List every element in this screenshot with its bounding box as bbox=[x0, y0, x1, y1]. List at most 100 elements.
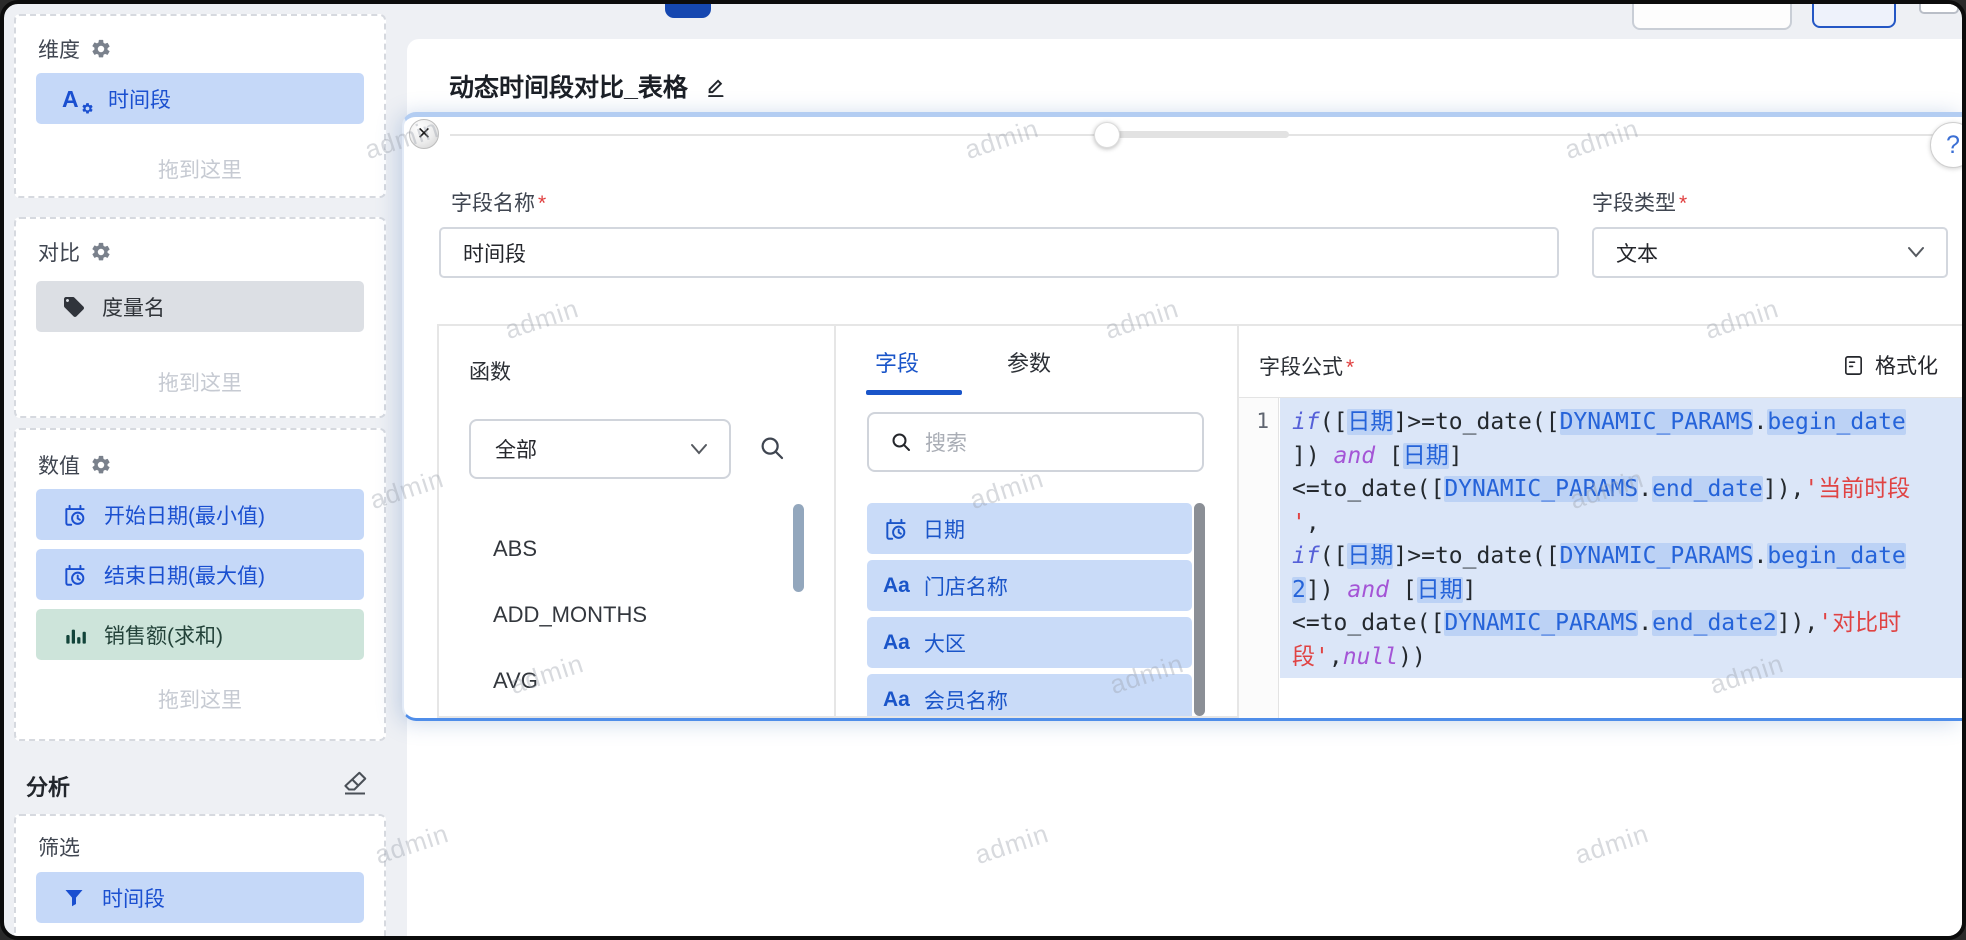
values-pill-label: 销售额(求和) bbox=[104, 620, 223, 650]
code-line: if([日期]>=to_date([DYNAMIC_PARAMS.begin_d… bbox=[1292, 540, 1962, 574]
field-type-label: 字段类型 bbox=[1592, 192, 1676, 215]
dimension-drop-placeholder: 拖到这里 bbox=[16, 154, 384, 184]
dialog-slider-track[interactable] bbox=[1107, 131, 1289, 138]
tag-icon bbox=[62, 295, 86, 319]
topbar-button-secondary[interactable] bbox=[1632, 0, 1792, 30]
dimension-pill-time-range[interactable]: A 时间段 bbox=[36, 73, 364, 124]
chevron-down-icon bbox=[1906, 245, 1926, 259]
field-search-placeholder: 搜索 bbox=[925, 427, 967, 457]
tab-字段[interactable]: 字段 bbox=[867, 346, 927, 392]
topbar-mini-button[interactable] bbox=[1919, 0, 1959, 14]
code-line: <=to_date([DYNAMIC_PARAMS.end_date2]),'对… bbox=[1292, 607, 1962, 641]
field-list-item[interactable]: 日期 bbox=[867, 503, 1192, 554]
values-pill[interactable]: 结束日期(最大值) bbox=[36, 549, 364, 600]
functions-scrollbar[interactable] bbox=[793, 504, 804, 592]
calendar-clock-icon bbox=[883, 516, 909, 542]
close-icon[interactable]: ✕ bbox=[409, 119, 439, 149]
compare-section-title: 对比 bbox=[38, 237, 80, 267]
text-field-icon: Aa bbox=[883, 574, 910, 598]
calculated-field-icon: A bbox=[62, 85, 92, 113]
code-line: 2]) and [日期] bbox=[1292, 574, 1962, 608]
required-asterisk: * bbox=[1679, 192, 1687, 215]
values-drop-placeholder: 拖到这里 bbox=[16, 684, 384, 714]
topbar-button-text-clipped bbox=[1832, 0, 1876, 3]
dialog-slider-thumb[interactable] bbox=[1094, 122, 1120, 148]
function-list-item[interactable]: ADD_MONTHS bbox=[493, 582, 784, 648]
tab-参数[interactable]: 参数 bbox=[999, 346, 1059, 392]
function-list-item[interactable]: AVG bbox=[493, 648, 784, 714]
topbar-primary-button[interactable] bbox=[665, 0, 711, 18]
compare-pill-label: 度量名 bbox=[102, 292, 165, 322]
edit-title-icon[interactable] bbox=[704, 73, 731, 100]
gear-icon[interactable] bbox=[90, 454, 112, 476]
field-type-select[interactable]: 文本 bbox=[1592, 227, 1948, 278]
help-icon[interactable]: ? bbox=[1930, 122, 1966, 168]
dimension-section-title: 维度 bbox=[38, 34, 80, 64]
analysis-section: 分析 bbox=[16, 766, 384, 806]
function-search-icon[interactable] bbox=[757, 433, 787, 463]
field-name-input[interactable] bbox=[439, 227, 1559, 278]
function-category-select[interactable]: 全部 bbox=[469, 419, 731, 479]
calendar-clock-icon bbox=[62, 502, 88, 528]
field-type-value: 文本 bbox=[1616, 238, 1658, 268]
values-pill[interactable]: 开始日期(最小值) bbox=[36, 489, 364, 540]
chevron-down-icon bbox=[689, 442, 709, 456]
code-line: if([日期]>=to_date([DYNAMIC_PARAMS.begin_d… bbox=[1292, 406, 1962, 440]
formula-panel: 字段公式* 格式化 1 if([日期]>=to_date([DYNAMIC_PA… bbox=[1239, 326, 1962, 718]
editor-gutter: 1 bbox=[1239, 398, 1279, 718]
formula-code-editor[interactable]: if([日期]>=to_date([DYNAMIC_PARAMS.begin_d… bbox=[1280, 398, 1962, 674]
text-field-icon: Aa bbox=[883, 688, 910, 712]
compare-pill-measure-names[interactable]: 度量名 bbox=[36, 281, 364, 332]
format-doc-icon bbox=[1842, 354, 1865, 377]
functions-panel: 函数 全部 ABSADD_MONTHSAVG bbox=[437, 326, 836, 718]
page-title: 动态时间段对比_表格 bbox=[449, 68, 688, 104]
filter-drop-zone[interactable]: 筛选 时间段 bbox=[14, 814, 386, 940]
gear-icon[interactable] bbox=[90, 241, 112, 263]
required-asterisk: * bbox=[538, 192, 546, 215]
field-list-item[interactable]: Aa 会员名称 bbox=[867, 674, 1192, 718]
gear-icon[interactable] bbox=[90, 38, 112, 60]
fields-scrollbar[interactable] bbox=[1194, 503, 1205, 716]
values-pill[interactable]: 销售额(求和) bbox=[36, 609, 364, 660]
functions-title: 函数 bbox=[469, 356, 511, 386]
filter-section-title: 筛选 bbox=[38, 832, 80, 862]
format-button[interactable]: 格式化 bbox=[1842, 350, 1938, 380]
fields-panel: 字段 参数 搜索 日期 Aa 门店名称 Aa 大区 Aa 会员名称 bbox=[836, 326, 1239, 718]
text-field-icon: Aa bbox=[883, 631, 910, 655]
values-pill-label: 结束日期(最大值) bbox=[104, 560, 265, 590]
eraser-icon[interactable] bbox=[340, 768, 370, 798]
analysis-title: 分析 bbox=[26, 770, 70, 802]
compare-drop-placeholder: 拖到这里 bbox=[16, 367, 384, 397]
field-item-label: 大区 bbox=[924, 628, 966, 658]
code-line: <=to_date([DYNAMIC_PARAMS.end_date]),'当前… bbox=[1292, 473, 1962, 507]
function-category-value: 全部 bbox=[495, 434, 537, 464]
filter-pill-time-range[interactable]: 时间段 bbox=[36, 872, 364, 923]
active-tab-underline bbox=[866, 390, 962, 395]
bar-chart-icon bbox=[62, 622, 88, 648]
format-button-label: 格式化 bbox=[1875, 350, 1938, 380]
line-number: 1 bbox=[1256, 409, 1269, 433]
topbar-button-primary-outline[interactable] bbox=[1812, 0, 1896, 28]
code-line: ', bbox=[1292, 507, 1962, 541]
field-list-item[interactable]: Aa 大区 bbox=[867, 617, 1192, 668]
field-item-label: 会员名称 bbox=[924, 685, 1008, 715]
values-section-title: 数值 bbox=[38, 450, 80, 480]
dimension-drop-zone[interactable]: 维度 A 时间段 拖到这里 bbox=[14, 14, 386, 198]
code-line: 段',null)) bbox=[1292, 641, 1962, 675]
field-name-label: 字段名称 bbox=[451, 192, 535, 215]
function-list-item[interactable]: ABS bbox=[493, 516, 784, 582]
calendar-clock-icon bbox=[62, 562, 88, 588]
filter-funnel-icon bbox=[62, 886, 86, 910]
field-list-item[interactable]: Aa 门店名称 bbox=[867, 560, 1192, 611]
code-line: ]) and [日期] bbox=[1292, 440, 1962, 474]
compare-drop-zone[interactable]: 对比 度量名 拖到这里 bbox=[14, 217, 386, 418]
values-drop-zone[interactable]: 数值 开始日期(最小值) 结束日期(最大值) 销售额(求和) 拖到这里 bbox=[14, 428, 386, 741]
field-item-label: 门店名称 bbox=[924, 571, 1008, 601]
field-item-label: 日期 bbox=[923, 514, 965, 544]
calculated-field-dialog: ✕ ? 字段名称* 字段类型* 文本 函数 全部 bbox=[402, 112, 1962, 721]
search-icon bbox=[889, 430, 913, 454]
app-window: 动态时间段对比_表格 维度 A 时间段 拖到这里 对比 bbox=[0, 0, 1966, 940]
required-asterisk: * bbox=[1346, 356, 1354, 379]
field-search-input[interactable]: 搜索 bbox=[867, 412, 1204, 472]
dimension-pill-label: 时间段 bbox=[108, 84, 171, 114]
